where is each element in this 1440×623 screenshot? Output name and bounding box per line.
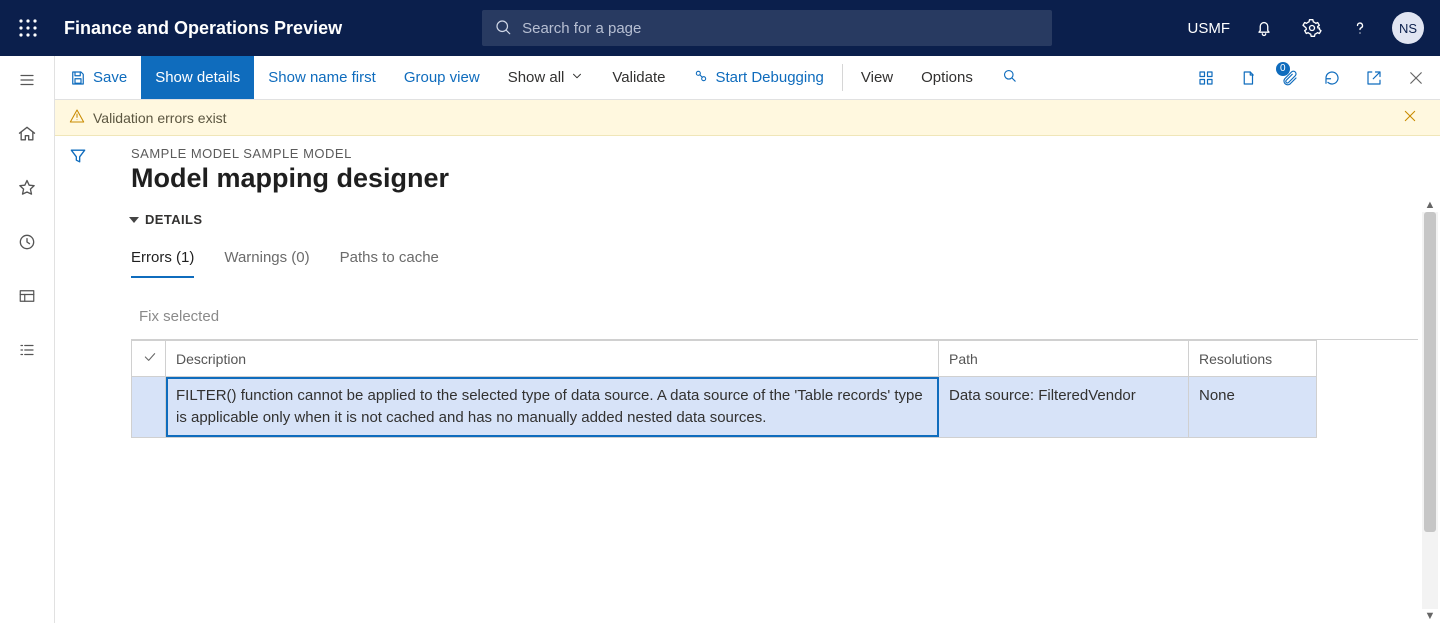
scroll-down-icon[interactable]: ▼ xyxy=(1422,609,1438,623)
tab-errors-label: Errors (1) xyxy=(131,249,194,266)
breadcrumb: SAMPLE MODEL SAMPLE MODEL xyxy=(131,146,1418,161)
validate-button[interactable]: Validate xyxy=(598,56,679,99)
chevron-down-icon xyxy=(570,69,584,87)
details-fasttab[interactable]: DETAILS xyxy=(131,212,1418,227)
app-title: Finance and Operations Preview xyxy=(64,18,342,39)
warning-icon xyxy=(69,108,93,127)
nav-expand-icon[interactable] xyxy=(7,64,47,96)
recent-icon[interactable] xyxy=(7,226,47,258)
scroll-up-icon[interactable]: ▲ xyxy=(1422,198,1438,212)
table-row[interactable]: FILTER() function cannot be applied to t… xyxy=(132,377,1317,438)
actionbar-right: 0 xyxy=(1188,56,1440,99)
filter-icon[interactable] xyxy=(68,146,88,623)
home-icon[interactable] xyxy=(7,118,47,150)
modules-icon[interactable] xyxy=(7,334,47,366)
header-right: USMF NS xyxy=(1178,0,1440,56)
separator xyxy=(842,64,843,91)
search-icon xyxy=(494,18,522,39)
show-details-button[interactable]: Show details xyxy=(141,56,254,99)
col-resolutions[interactable]: Resolutions xyxy=(1189,341,1317,377)
popout-icon[interactable] xyxy=(1356,56,1392,100)
help-icon[interactable] xyxy=(1336,0,1384,56)
options-menu[interactable]: Options xyxy=(907,56,987,99)
validation-banner: Validation errors exist xyxy=(55,100,1440,136)
group-view-label: Group view xyxy=(404,69,480,86)
show-name-first-button[interactable]: Show name first xyxy=(254,56,390,99)
search-icon xyxy=(1001,67,1018,88)
tab-warnings[interactable]: Warnings (0) xyxy=(224,249,309,278)
errors-grid: Description Path Resolutions FILTER() fu… xyxy=(131,339,1418,438)
row-checkbox[interactable] xyxy=(132,377,166,438)
action-bar: Save Show details Show name first Group … xyxy=(55,56,1440,100)
tab-errors[interactable]: Errors (1) xyxy=(131,249,194,278)
show-details-label: Show details xyxy=(155,69,240,86)
show-name-first-label: Show name first xyxy=(268,69,376,86)
tab-paths-label: Paths to cache xyxy=(340,249,439,266)
save-label: Save xyxy=(93,69,127,86)
start-debugging-button[interactable]: Start Debugging xyxy=(679,56,837,99)
details-label: DETAILS xyxy=(145,212,202,227)
tab-warnings-label: Warnings (0) xyxy=(224,249,309,266)
app-launcher-icon[interactable] xyxy=(0,18,56,38)
scrollbar[interactable]: ▲ ▼ xyxy=(1422,212,1438,609)
col-description[interactable]: Description xyxy=(166,341,939,377)
group-view-button[interactable]: Group view xyxy=(390,56,494,99)
start-debugging-label: Start Debugging xyxy=(715,69,823,86)
workspaces-icon[interactable] xyxy=(7,280,47,312)
tab-paths[interactable]: Paths to cache xyxy=(340,249,439,278)
favorites-icon[interactable] xyxy=(7,172,47,204)
validate-label: Validate xyxy=(612,69,665,86)
debug-icon xyxy=(693,68,709,88)
cell-path[interactable]: Data source: FilteredVendor xyxy=(939,377,1189,438)
attachments-icon[interactable]: 0 xyxy=(1272,56,1308,100)
global-header: Finance and Operations Preview Search fo… xyxy=(0,0,1440,56)
banner-close-icon[interactable] xyxy=(1402,108,1426,127)
details-tabs: Errors (1) Warnings (0) Paths to cache xyxy=(131,249,1418,278)
scroll-thumb[interactable] xyxy=(1424,212,1436,532)
grid-header-row: Description Path Resolutions xyxy=(132,341,1317,377)
notifications-icon[interactable] xyxy=(1240,0,1288,56)
user-avatar[interactable]: NS xyxy=(1384,0,1432,56)
cell-description[interactable]: FILTER() function cannot be applied to t… xyxy=(166,377,939,438)
save-button[interactable]: Save xyxy=(55,56,141,99)
personalize-icon[interactable] xyxy=(1188,56,1224,100)
col-path[interactable]: Path xyxy=(939,341,1189,377)
global-search[interactable]: Search for a page xyxy=(482,10,1052,46)
refresh-icon[interactable] xyxy=(1314,56,1350,100)
settings-icon[interactable] xyxy=(1288,0,1336,56)
close-icon[interactable] xyxy=(1398,56,1434,100)
nav-rail xyxy=(0,56,55,623)
search-placeholder: Search for a page xyxy=(522,20,641,37)
company-picker[interactable]: USMF xyxy=(1178,20,1241,37)
collapse-icon xyxy=(129,217,139,223)
page-title: Model mapping designer xyxy=(131,163,1418,194)
options-label: Options xyxy=(921,69,973,86)
cell-resolutions[interactable]: None xyxy=(1189,377,1317,438)
select-all-checkbox[interactable] xyxy=(132,341,166,377)
open-office-icon[interactable] xyxy=(1230,56,1266,100)
show-all-dropdown[interactable]: Show all xyxy=(494,56,599,99)
show-all-label: Show all xyxy=(508,69,565,86)
avatar-initials: NS xyxy=(1399,21,1417,36)
view-menu[interactable]: View xyxy=(847,56,907,99)
page-body: SAMPLE MODEL SAMPLE MODEL Model mapping … xyxy=(101,136,1440,623)
find-button[interactable] xyxy=(987,56,1032,99)
filter-rail xyxy=(55,136,101,623)
attachments-badge: 0 xyxy=(1276,62,1290,76)
banner-text: Validation errors exist xyxy=(93,110,227,126)
view-label: View xyxy=(861,69,893,86)
fix-selected-button[interactable]: Fix selected xyxy=(139,308,219,325)
